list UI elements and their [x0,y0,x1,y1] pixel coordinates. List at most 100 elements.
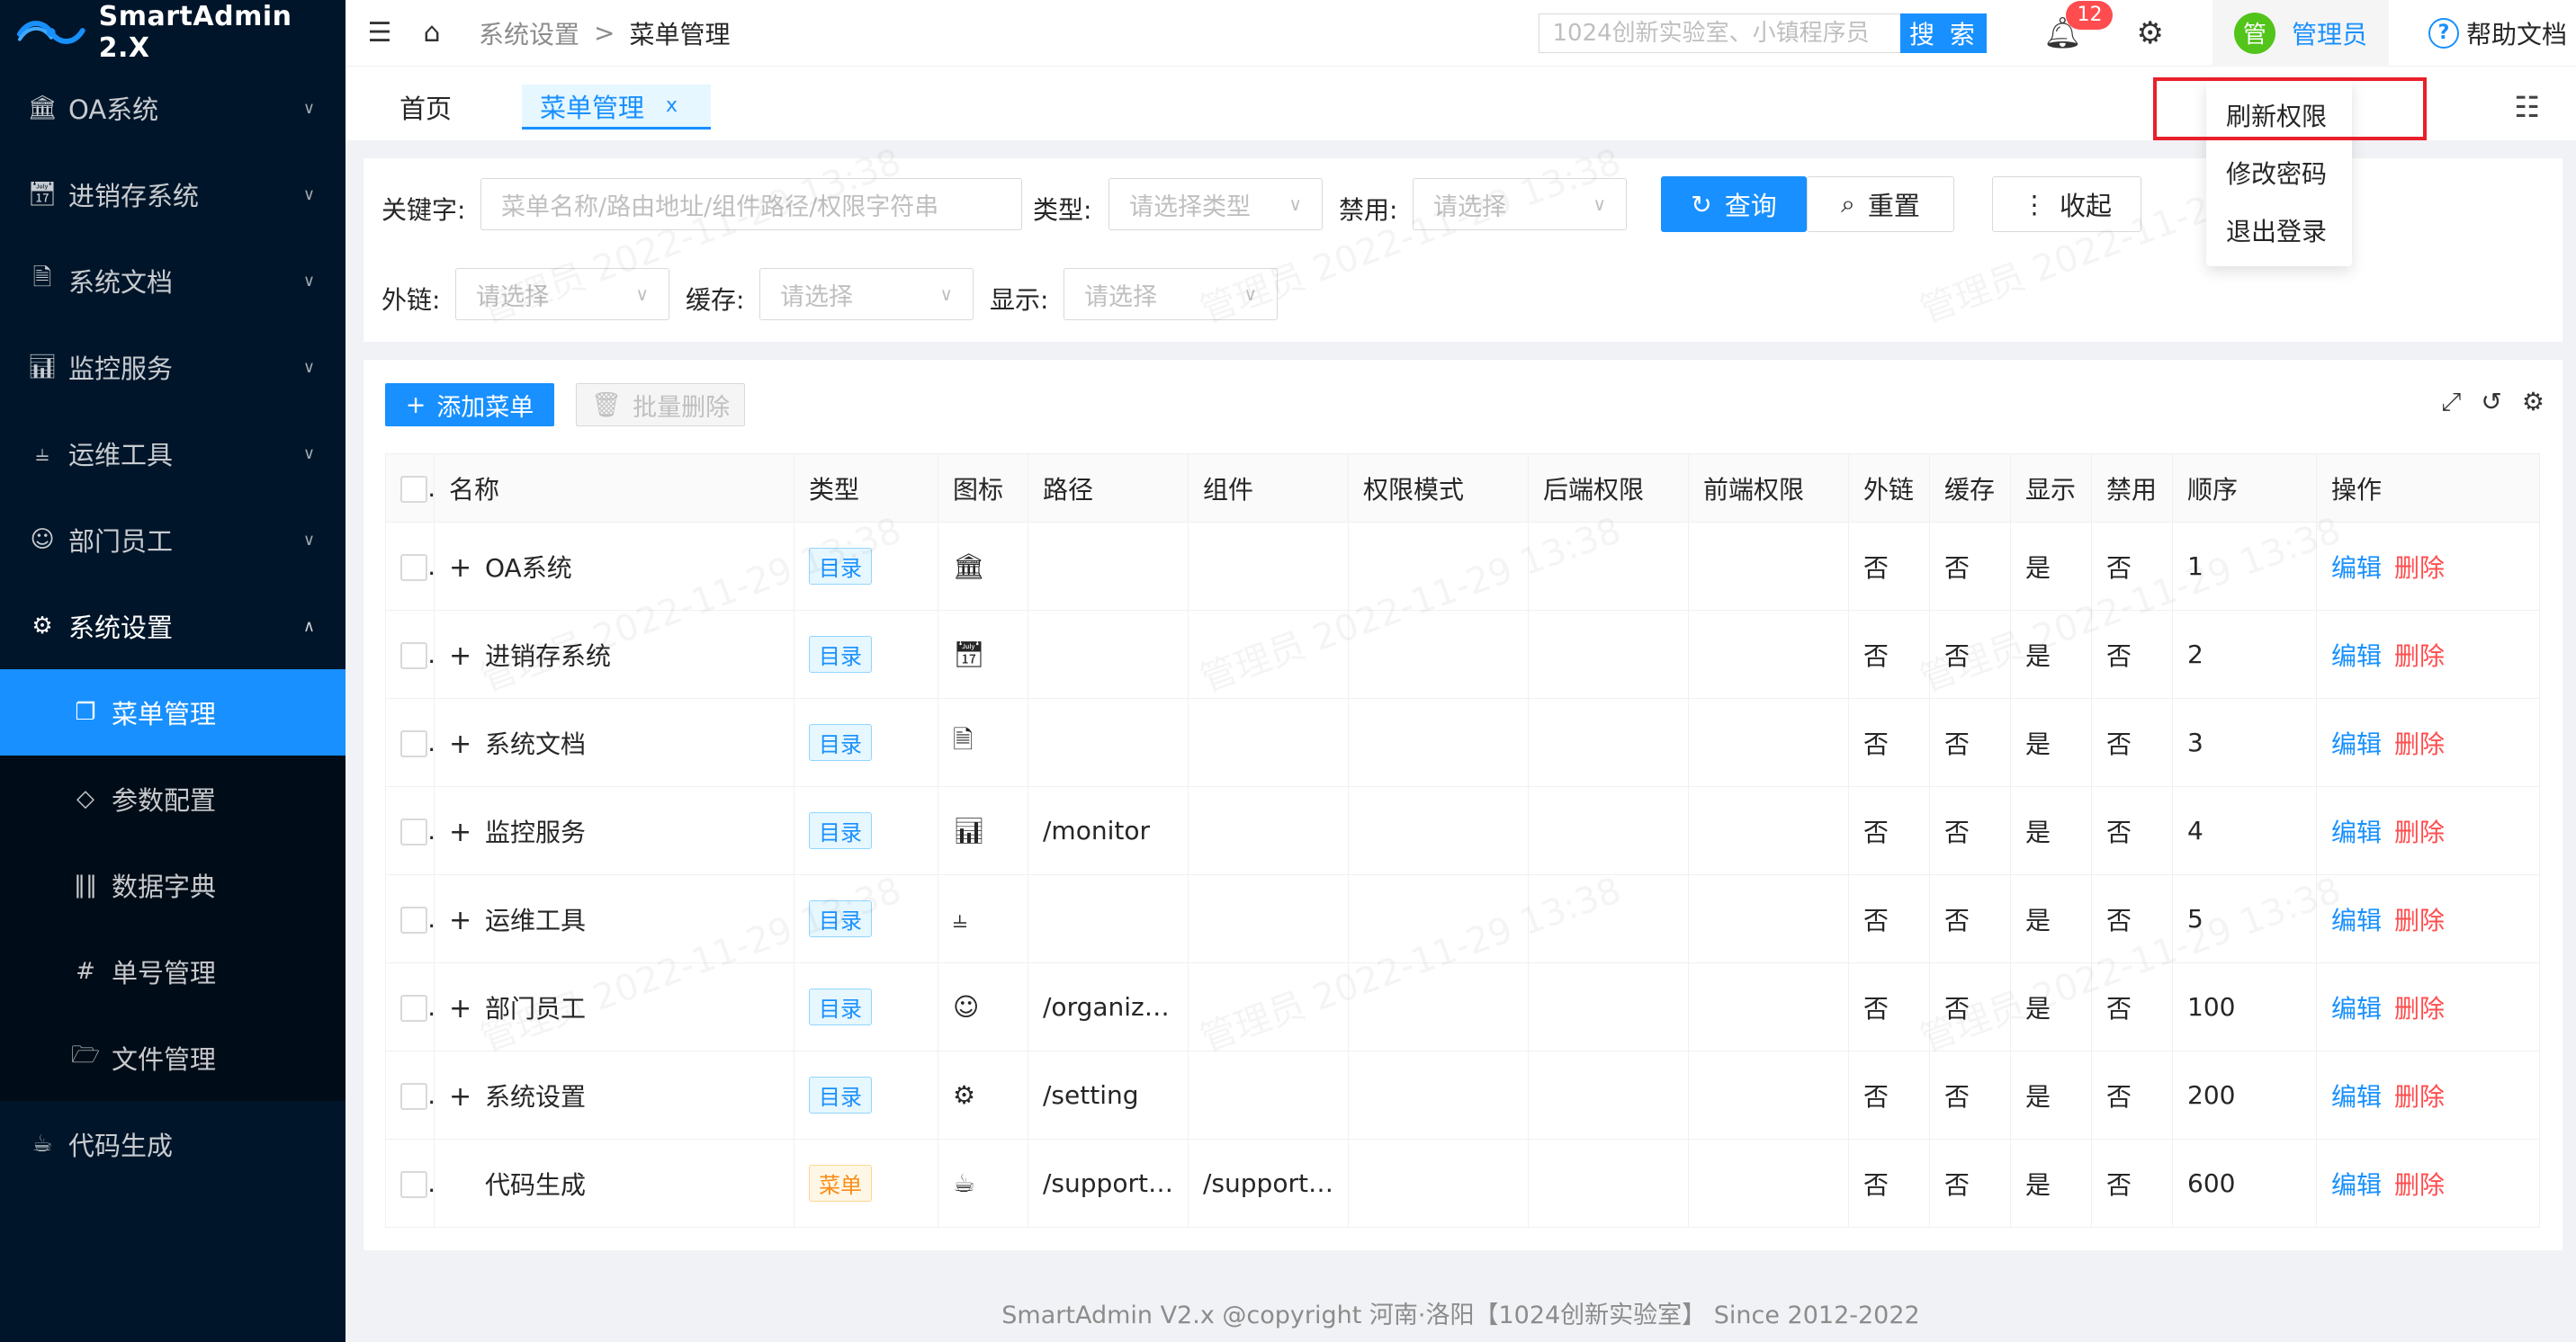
menu-fold-icon[interactable]: ☰ [362,17,398,49]
menu-table: 名称 类型 图标 路径 组件 权限模式 后端权限 前端权限 外链 缓存 显示 禁… [385,453,2540,1228]
settings-gear-icon[interactable]: ⚙ [2136,15,2163,51]
disabled-select[interactable]: 请选择 ∨ [1413,178,1627,230]
tab-menu-management[interactable]: 菜单管理 x [522,85,711,130]
edit-link[interactable]: 编辑 [2331,906,2382,935]
external-cell: 否 [1848,1139,1930,1228]
reset-button[interactable]: ⌕ 重置 [1807,176,1954,232]
delete-link[interactable]: 删除 [2394,994,2445,1024]
show-cell: 是 [2010,610,2092,699]
menu-name: 系统设置 [485,1081,587,1112]
disabled-label: 禁用: [1339,195,1398,225]
sidebar-item-files[interactable]: 🗁 文件管理 [0,1015,346,1101]
cache-select[interactable]: 请选择 ∨ [759,268,974,320]
search-input[interactable] [1539,13,1901,53]
icon-cell: ☺ [938,962,1028,1051]
external-select[interactable]: 请选择 ∨ [455,268,669,320]
grid-icon[interactable]: ☷ [2514,90,2540,124]
expand-icon[interactable]: + [449,905,471,936]
row-checkbox[interactable] [385,1139,435,1228]
tab-home[interactable]: 首页 [399,85,452,130]
delete-link[interactable]: 删除 [2394,1082,2445,1112]
home-icon[interactable]: ⌂ [414,17,450,49]
menu-name: 进销存系统 [485,640,612,671]
logout-item[interactable]: 退出登录 [2206,201,2352,259]
edit-link[interactable]: 编辑 [2331,553,2382,583]
barcode-icon: ‖‖ [74,872,97,899]
row-checkbox[interactable] [385,874,435,963]
sidebar-item-label: 监控服务 [68,353,174,384]
row-checkbox[interactable] [385,1051,435,1140]
sidebar-item-codegen[interactable]: ☕︎ 代码生成 [0,1101,346,1187]
delete-link[interactable]: 删除 [2394,1170,2445,1200]
row-checkbox[interactable] [385,522,435,611]
type-tag: 目录 [809,1077,872,1114]
search-icon: ⌕ [1841,189,1855,219]
sidebar-item-params[interactable]: ◇ 参数配置 [0,756,346,842]
backend-permission-cell [1528,522,1689,611]
keyword-input[interactable]: 菜单名称/路由地址/组件路径/权限字符串 [480,178,1022,230]
row-checkbox[interactable] [385,786,435,875]
expand-icon[interactable]: + [449,993,471,1024]
refresh-icon[interactable]: ↺ [2481,387,2501,417]
notification-bell[interactable]: 🔔︎ 12 [2042,0,2114,51]
expand-icon[interactable]: + [449,640,471,672]
edit-link[interactable]: 编辑 [2331,818,2382,847]
change-password-item[interactable]: 修改密码 [2206,144,2352,201]
actions-cell: 编辑 删除 [2316,1139,2540,1228]
expand-icon[interactable]: + [449,552,471,584]
expand-icon[interactable]: + [449,817,471,848]
sidebar-item-oa[interactable]: 🏛︎ OA系统 ∨ [0,65,346,151]
fullscreen-icon[interactable]: ⤢ [2441,387,2461,417]
close-icon[interactable]: x [666,94,678,117]
sidebar-item-staff[interactable]: ☺ 部门员工 ∨ [0,497,346,583]
edit-link[interactable]: 编辑 [2331,994,2382,1024]
disabled-cell: 否 [2091,786,2173,875]
sidebar-item-serial[interactable]: # 单号管理 [0,928,346,1015]
external-cell: 否 [1848,522,1930,611]
sidebar-item-dict[interactable]: ‖‖ 数据字典 [0,842,346,928]
delete-link[interactable]: 删除 [2394,818,2445,847]
help-docs-link[interactable]: ? 帮助文档 [2428,15,2567,51]
search-button[interactable]: 搜 索 [1900,13,1988,53]
delete-link[interactable]: 删除 [2394,729,2445,759]
show-select[interactable]: 请选择 ∨ [1064,268,1278,320]
edit-link[interactable]: 编辑 [2331,1170,2382,1200]
collapse-button[interactable]: ⋮ 收起 [1992,176,2141,232]
disabled-cell: 否 [2091,874,2173,963]
type-select[interactable]: 请选择类型 ∨ [1108,178,1323,230]
column-settings-icon[interactable]: ⚙ [2522,387,2545,417]
edit-link[interactable]: 编辑 [2331,1082,2382,1112]
permission-mode-cell [1348,522,1529,611]
sidebar-item-settings[interactable]: ⚙ 系统设置 ∧ [0,583,346,669]
expand-icon[interactable]: + [449,729,471,760]
permission-mode-cell [1348,874,1529,963]
expand-icon[interactable]: + [449,1081,471,1113]
sidebar-item-ops[interactable]: ⫨ 运维工具 ∨ [0,410,346,497]
component-cell [1188,874,1349,963]
row-checkbox[interactable] [385,698,435,787]
sidebar-item-label: 系统设置 [68,613,174,643]
type-tag: 目录 [809,900,872,937]
edit-link[interactable]: 编辑 [2331,641,2382,671]
tab-label: 首页 [399,94,453,124]
query-button[interactable]: ↻ 查询 [1661,176,1807,232]
permission-mode-cell [1348,1051,1529,1140]
bar-chart-icon: 📊︎ [27,353,58,380]
edit-link[interactable]: 编辑 [2331,729,2382,759]
row-checkbox[interactable] [385,610,435,699]
logo[interactable]: SmartAdmin 2.X [0,0,346,65]
row-checkbox[interactable] [385,962,435,1051]
delete-link[interactable]: 删除 [2394,906,2445,935]
copy-icon: ❐ [75,699,96,726]
breadcrumb-item[interactable]: 系统设置 [479,15,579,51]
select-all-checkbox[interactable] [385,453,435,523]
sidebar-item-menu-mgmt[interactable]: ❐ 菜单管理 [0,669,346,756]
batch-delete-button[interactable]: 🗑︎ 批量删除 [576,383,745,426]
sidebar-item-docs[interactable]: 🗎 系统文档 ∨ [0,237,346,324]
user-menu[interactable]: 管 管理员 [2212,0,2389,67]
delete-link[interactable]: 删除 [2394,641,2445,671]
sidebar-item-erp[interactable]: 📅︎ 进销存系统 ∨ [0,151,346,237]
delete-link[interactable]: 删除 [2394,553,2445,583]
sidebar-item-monitor[interactable]: 📊︎ 监控服务 ∨ [0,324,346,410]
add-menu-button[interactable]: + 添加菜单 [385,383,554,426]
